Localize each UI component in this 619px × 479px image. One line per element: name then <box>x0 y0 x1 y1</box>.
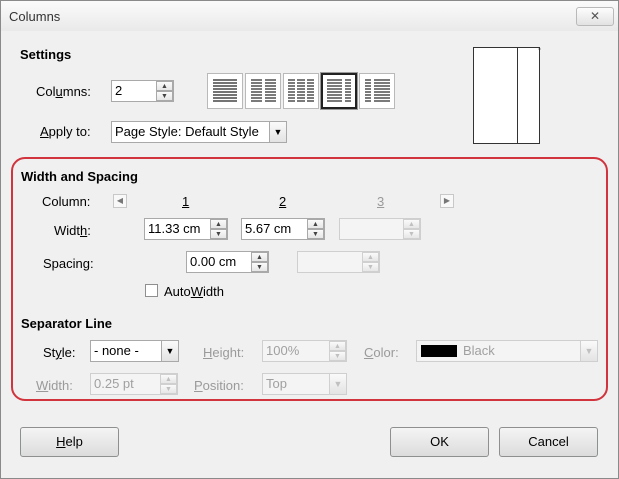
spacing-1-down[interactable]: ▼ <box>251 262 268 272</box>
column-3-width-down: ▼ <box>403 229 420 239</box>
autowidth-checkbox[interactable] <box>145 284 158 297</box>
spacing-2-down: ▼ <box>362 262 379 272</box>
separator-width-down: ▼ <box>160 384 177 394</box>
apply-to-value: Page Style: Default Style <box>115 124 259 139</box>
settings-heading: Settings <box>20 47 72 62</box>
columns-label: Columns: <box>36 84 91 99</box>
three-columns-icon <box>288 79 314 102</box>
apply-to-select[interactable]: Page Style: Default Style <box>111 121 287 143</box>
column-2-width-up[interactable]: ▲ <box>307 219 324 229</box>
highlight-frame <box>11 157 608 401</box>
separator-height-down: ▼ <box>329 351 346 361</box>
position-label: Position: <box>194 378 244 393</box>
separator-width-label: Width: <box>36 378 73 393</box>
spacing-label: Spacing: <box>43 256 94 271</box>
separator-position-value: Top <box>266 376 287 391</box>
preset-2-columns[interactable] <box>245 73 281 109</box>
separator-heading: Separator Line <box>21 316 113 331</box>
column-2-width-down[interactable]: ▼ <box>307 229 324 239</box>
separator-width-up: ▲ <box>160 374 177 384</box>
column-1-width-up[interactable]: ▲ <box>210 219 227 229</box>
right-arrow-icon: ▶ <box>443 196 451 205</box>
apply-to-label: Apply to: <box>40 124 91 139</box>
separator-position-dropdown: ▼ <box>329 374 346 394</box>
left-arrow-icon: ◀ <box>116 196 124 205</box>
preset-3-columns[interactable] <box>283 73 319 109</box>
column-1-width-down[interactable]: ▼ <box>210 229 227 239</box>
ok-button-label: OK <box>430 434 449 449</box>
column-1-width-value: 11.33 cm <box>148 221 201 236</box>
title-bar: Columns ✕ <box>1 1 618 31</box>
two-columns-right-wide-icon <box>365 79 390 102</box>
cancel-button-label: Cancel <box>528 434 569 449</box>
close-button[interactable]: ✕ <box>576 7 614 26</box>
autowidth-label: AutoWidth <box>164 284 224 299</box>
one-column-icon <box>213 79 237 102</box>
separator-style-dropdown[interactable]: ▼ <box>161 341 178 361</box>
ok-button[interactable]: OK <box>390 427 489 457</box>
chevron-down-icon: ▼ <box>333 379 343 389</box>
preset-2-columns-right-narrow[interactable] <box>359 73 395 109</box>
chevron-down-icon: ▼ <box>584 346 594 356</box>
width-spacing-heading: Width and Spacing <box>21 169 138 184</box>
column-back-button[interactable]: ◀ <box>113 194 127 208</box>
column-3-width-up: ▲ <box>403 219 420 229</box>
page-preview <box>472 47 542 145</box>
color-label: Color: <box>364 345 399 360</box>
preset-2-columns-left-narrow[interactable] <box>321 73 357 109</box>
width-label: Width: <box>54 223 91 238</box>
spacing-1-value: 0.00 cm <box>190 254 237 269</box>
separator-color-dropdown: ▼ <box>580 341 597 361</box>
separator-color-select: Black <box>416 340 598 362</box>
close-icon: ✕ <box>589 9 601 23</box>
spacing-1-up[interactable]: ▲ <box>251 252 268 262</box>
two-columns-left-wide-icon <box>327 79 351 102</box>
column-2-width-value: 5.67 cm <box>245 221 292 236</box>
separator-height-value: 100% <box>266 343 300 358</box>
chevron-down-icon: ▼ <box>273 127 283 137</box>
cancel-button[interactable]: Cancel <box>499 427 598 457</box>
chevron-down-icon: ▼ <box>165 346 175 356</box>
style-label: Style: <box>43 345 76 360</box>
column-number-1: 1 <box>182 194 190 209</box>
column-number-2: 2 <box>279 194 287 209</box>
dialog-title: Columns <box>9 9 61 24</box>
preset-1-column[interactable] <box>207 73 243 109</box>
column-label: Column: <box>42 194 91 209</box>
page-preview-icon <box>473 47 541 144</box>
columns-down-arrow[interactable]: ▼ <box>156 91 173 101</box>
separator-width-value: 0.25 pt <box>94 376 134 391</box>
separator-color-value: Black <box>463 343 495 358</box>
column-number-3: 3 <box>377 194 385 209</box>
color-swatch <box>421 345 457 357</box>
separator-height-up: ▲ <box>329 341 346 351</box>
separator-style-value: - none - <box>94 343 139 358</box>
help-button[interactable]: Help <box>20 427 119 457</box>
two-columns-icon <box>251 79 276 102</box>
column-next-button[interactable]: ▶ <box>440 194 454 208</box>
height-label: Height: <box>203 345 245 360</box>
spacing-2-up: ▲ <box>362 252 379 262</box>
columns-count-value: 2 <box>115 83 123 98</box>
columns-up-arrow[interactable]: ▲ <box>156 81 173 91</box>
apply-to-dropdown[interactable]: ▼ <box>269 122 286 142</box>
help-button-label: Help <box>56 434 83 449</box>
